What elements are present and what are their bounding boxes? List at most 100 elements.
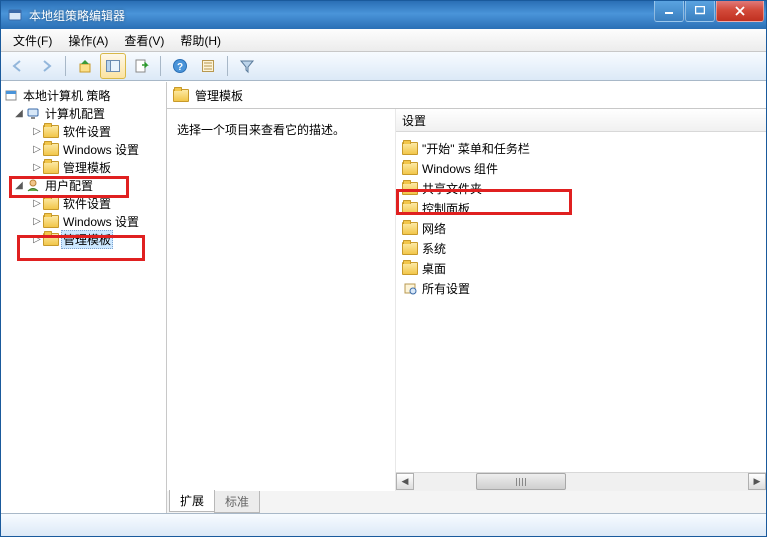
computer-icon <box>25 105 41 121</box>
body: 本地计算机 策略 ◢ 计算机配置 ▷ 软件设置 ▷ Windows 设置 ▷ 管… <box>1 81 766 513</box>
menu-file[interactable]: 文件(F) <box>5 30 60 51</box>
folder-icon <box>402 140 418 156</box>
list-item[interactable]: Windows 组件 <box>400 158 766 178</box>
svg-text:?: ? <box>177 62 183 73</box>
app-icon <box>7 7 23 23</box>
list-item[interactable]: 网络 <box>400 218 766 238</box>
tree-label: 计算机配置 <box>43 105 107 122</box>
content-area: 选择一个项目来查看它的描述。 设置 "开始" 菜单和任务栏 Windows 组件… <box>167 108 766 513</box>
policy-icon <box>3 87 19 103</box>
export-list-button[interactable] <box>128 53 154 79</box>
folder-icon <box>402 160 418 176</box>
tree-uc-software[interactable]: ▷ 软件设置 <box>1 194 166 212</box>
tree-label: 软件设置 <box>61 195 113 212</box>
expand-icon[interactable]: ▷ <box>31 234 43 245</box>
tab-extended[interactable]: 扩展 <box>169 490 215 512</box>
tree-label: 管理模板 <box>61 230 113 249</box>
list-item[interactable]: "开始" 菜单和任务栏 <box>400 138 766 158</box>
maximize-button[interactable] <box>685 1 715 22</box>
forward-button[interactable] <box>33 53 59 79</box>
content-body: 选择一个项目来查看它的描述。 设置 "开始" 菜单和任务栏 Windows 组件… <box>167 109 766 491</box>
tree-label: 本地计算机 策略 <box>21 87 112 104</box>
back-button[interactable] <box>5 53 31 79</box>
list-item-label: 桌面 <box>422 260 446 277</box>
path-bar: 管理模板 <box>167 82 766 108</box>
list-item-label: 控制面板 <box>422 200 470 217</box>
show-hide-tree-button[interactable] <box>100 53 126 79</box>
folder-icon <box>43 159 59 175</box>
statusbar <box>1 513 766 536</box>
expand-icon[interactable]: ▷ <box>31 144 43 155</box>
toolbar-sep <box>65 56 66 76</box>
expand-icon[interactable]: ▷ <box>31 198 43 209</box>
titlebar[interactable]: 本地组策略编辑器 <box>1 1 766 29</box>
tree-computer-config[interactable]: ◢ 计算机配置 <box>1 104 166 122</box>
folder-icon <box>402 240 418 256</box>
expand-icon[interactable]: ▷ <box>31 216 43 227</box>
folder-icon <box>402 180 418 196</box>
window-controls <box>653 1 764 21</box>
list-item[interactable]: 桌面 <box>400 258 766 278</box>
scroll-left-button[interactable]: ◀ <box>396 473 414 490</box>
minimize-button[interactable] <box>654 1 684 22</box>
up-button[interactable] <box>72 53 98 79</box>
path-label: 管理模板 <box>195 87 243 104</box>
description-prompt: 选择一个项目来查看它的描述。 <box>177 123 345 137</box>
list-item[interactable]: 控制面板 <box>400 198 766 218</box>
folder-icon <box>402 220 418 236</box>
list-item[interactable]: 所有设置 <box>400 278 766 298</box>
scroll-right-button[interactable]: ▶ <box>748 473 766 490</box>
list-item-label: 系统 <box>422 240 446 257</box>
tab-standard[interactable]: 标准 <box>214 491 260 513</box>
tree-uc-windows[interactable]: ▷ Windows 设置 <box>1 212 166 230</box>
horizontal-scrollbar[interactable]: ◀ ▶ <box>396 472 766 491</box>
right-pane: 管理模板 选择一个项目来查看它的描述。 设置 "开始" 菜单和任务栏 Windo… <box>167 82 766 513</box>
tree-label: Windows 设置 <box>61 141 141 158</box>
tree-label: 用户配置 <box>43 177 95 194</box>
menu-help[interactable]: 帮助(H) <box>172 30 229 51</box>
menu-action[interactable]: 操作(A) <box>60 30 116 51</box>
properties-button[interactable] <box>195 53 221 79</box>
filter-button[interactable] <box>234 53 260 79</box>
tree-pane[interactable]: 本地计算机 策略 ◢ 计算机配置 ▷ 软件设置 ▷ Windows 设置 ▷ 管… <box>1 82 167 513</box>
folder-icon <box>43 141 59 157</box>
list-item-label: "开始" 菜单和任务栏 <box>422 140 530 157</box>
list-item[interactable]: 共享文件夹 <box>400 178 766 198</box>
list-item-label: Windows 组件 <box>422 160 498 177</box>
tree-user-config[interactable]: ◢ 用户配置 <box>1 176 166 194</box>
tree-label: 软件设置 <box>61 123 113 140</box>
app-window: 本地组策略编辑器 文件(F) 操作(A) 查看(V) 帮助(H) ? <box>0 0 767 537</box>
expand-icon[interactable]: ▷ <box>31 162 43 173</box>
tree-label: Windows 设置 <box>61 213 141 230</box>
folder-icon <box>43 231 59 247</box>
tree-label: 管理模板 <box>61 159 113 176</box>
close-button[interactable] <box>716 1 764 22</box>
list-header-label: 设置 <box>402 112 426 129</box>
help-button[interactable]: ? <box>167 53 193 79</box>
toolbar-sep <box>227 56 228 76</box>
tree-root[interactable]: 本地计算机 策略 <box>1 86 166 104</box>
list-header-setting[interactable]: 设置 <box>396 109 766 132</box>
description-column: 选择一个项目来查看它的描述。 <box>167 109 395 491</box>
toolbar: ? <box>1 52 766 81</box>
expand-icon[interactable]: ◢ <box>13 108 25 119</box>
list-item-label: 网络 <box>422 220 446 237</box>
list-body[interactable]: "开始" 菜单和任务栏 Windows 组件 共享文件夹 控制面板 网络 系统 … <box>396 132 766 472</box>
tree-cc-software[interactable]: ▷ 软件设置 <box>1 122 166 140</box>
folder-icon <box>402 260 418 276</box>
expand-icon[interactable]: ◢ <box>13 180 25 191</box>
tree-uc-admin[interactable]: ▷ 管理模板 <box>1 230 166 248</box>
tree-cc-admin[interactable]: ▷ 管理模板 <box>1 158 166 176</box>
list-item-label: 共享文件夹 <box>422 180 482 197</box>
list-column: 设置 "开始" 菜单和任务栏 Windows 组件 共享文件夹 控制面板 网络 … <box>395 109 766 491</box>
folder-icon <box>43 213 59 229</box>
list-item-label: 所有设置 <box>422 280 470 297</box>
folder-icon <box>43 123 59 139</box>
list-item[interactable]: 系统 <box>400 238 766 258</box>
scroll-thumb[interactable] <box>476 473 566 490</box>
folder-icon <box>173 87 189 103</box>
menu-view[interactable]: 查看(V) <box>116 30 172 51</box>
expand-icon[interactable]: ▷ <box>31 126 43 137</box>
tree-cc-windows[interactable]: ▷ Windows 设置 <box>1 140 166 158</box>
user-icon <box>25 177 41 193</box>
